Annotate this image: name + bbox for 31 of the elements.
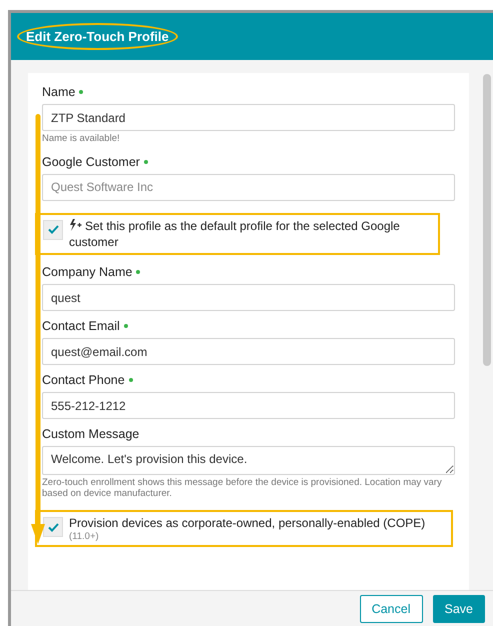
cancel-button[interactable]: Cancel [360,594,422,622]
field-label: Name [42,85,455,99]
required-dot [136,270,140,274]
checkbox[interactable] [43,220,63,240]
text-field[interactable]: quest@email.com [42,338,455,366]
field-label: Company Name [42,265,455,280]
save-button[interactable]: Save [432,594,485,622]
required-dot [79,90,84,94]
field-label: Custom Message [42,427,140,442]
message-field[interactable]: Welcome. Let's provision this device. [42,446,455,476]
field-label: Contact Phone [42,373,455,388]
check-icon [48,522,58,532]
scrollbar[interactable] [483,74,491,366]
check-icon [48,225,58,234]
checkbox-label: Set this profile as the default profile for the selected Google customer [69,218,401,250]
bolt-plus-icon [69,218,82,231]
checkbox-label: Provision devices as corporate-owned, personally-enabled (COPE) [69,515,426,532]
required-dot [124,324,128,328]
text-field[interactable]: 555-212-1212 [42,392,455,420]
version-note: (11.0+) [69,531,100,542]
field-label: Google Customer [42,154,455,169]
field-hint: Zero-touch enrollment shows this message before the device is provisioned. Location may vary based on device manufacturer. [42,478,443,500]
checkbox[interactable] [43,517,63,538]
field-hint: Name is available! [42,134,121,145]
required-dot [128,378,133,382]
field-label: Contact Email [42,319,455,334]
text-field[interactable]: ZTP Standard [42,104,455,131]
required-dot [144,160,148,164]
dialog-title: Edit Zero-Touch Profile [17,23,178,50]
text-field[interactable]: Quest Software Inc [42,174,455,201]
text-field[interactable]: quest [42,284,455,312]
